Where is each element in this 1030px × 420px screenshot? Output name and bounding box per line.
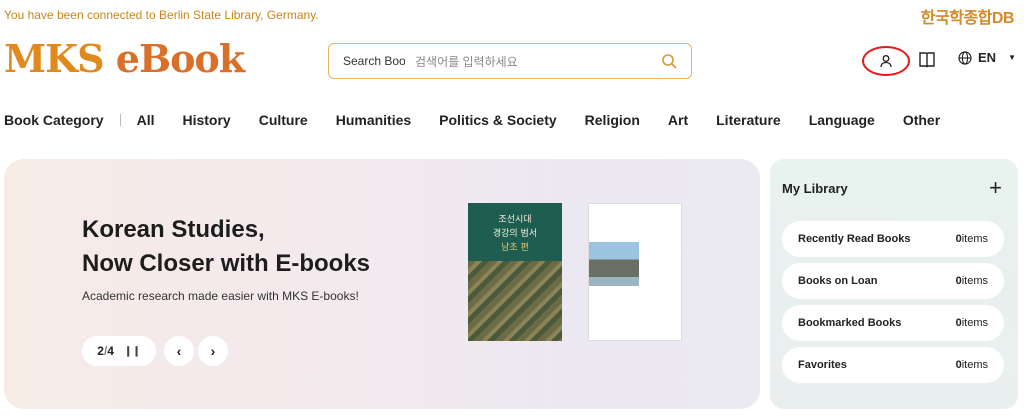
chevron-right-icon: ›: [210, 343, 216, 359]
library-row-recently-read[interactable]: Recently Read Books 0items: [782, 221, 1004, 257]
hero-title-line1: Korean Studies,: [82, 216, 265, 243]
library-row-favorites[interactable]: Favorites 0items: [782, 347, 1004, 383]
nav-item-history[interactable]: History: [182, 112, 230, 128]
book1-cover-artwork: [468, 261, 562, 341]
featured-book-cover-2[interactable]: [588, 203, 682, 341]
next-slide-button[interactable]: ›: [198, 336, 228, 366]
library-row-on-loan[interactable]: Books on Loan 0items: [782, 263, 1004, 299]
search-input[interactable]: 검색어를 입력하세요: [415, 53, 661, 70]
my-library-panel: My Library + Recently Read Books 0items …: [770, 159, 1018, 409]
book1-title-line1: 조선시대: [498, 215, 532, 225]
slide-total: 4: [107, 344, 114, 358]
library-row-label: Recently Read Books: [798, 233, 911, 245]
library-row-label: Bookmarked Books: [798, 317, 902, 329]
globe-icon: [958, 50, 972, 65]
book1-title-line2: 경강의 범서: [492, 229, 538, 239]
slide-pager[interactable]: 2/4 ❙❙: [82, 336, 156, 366]
pause-icon[interactable]: ❙❙: [124, 346, 141, 357]
connection-notice: You have been connected to Berlin State …: [4, 8, 319, 22]
language-selector[interactable]: EN ▼: [958, 50, 1016, 65]
nav-divider: [119, 114, 121, 126]
nav-item-literature[interactable]: Literature: [716, 112, 781, 128]
language-label: EN: [978, 50, 997, 65]
prev-slide-button[interactable]: ‹: [164, 336, 194, 366]
hero-title-line2: Now Closer with E-books: [82, 250, 371, 277]
book1-title-line3: 남초 편: [501, 243, 529, 253]
library-row-count: 0items: [956, 233, 988, 245]
featured-book-cover-1[interactable]: 조선시대 경강의 범서 남초 편: [468, 203, 562, 341]
nav-item-other[interactable]: Other: [903, 112, 940, 128]
nav-item-politics-society[interactable]: Politics & Society: [439, 112, 556, 128]
hero-banner: Korean Studies, Now Closer with E-books …: [4, 159, 760, 409]
library-row-count: 0items: [956, 359, 988, 371]
library-row-count: 0items: [956, 317, 988, 329]
nav-item-humanities[interactable]: Humanities: [336, 112, 411, 128]
count-unit: items: [961, 233, 988, 245]
hero-title: Korean Studies, Now Closer with E-books: [82, 213, 370, 281]
nav-item-culture[interactable]: Culture: [259, 112, 308, 128]
search-type-select[interactable]: Search Book: [343, 54, 405, 68]
count-unit: items: [961, 359, 988, 371]
nav-item-art[interactable]: Art: [668, 112, 688, 128]
category-nav: Book Category All History Culture Humani…: [4, 112, 968, 128]
count-unit: items: [961, 275, 988, 287]
nav-item-all[interactable]: All: [137, 112, 155, 128]
user-icon: [880, 55, 892, 68]
nav-item-language[interactable]: Language: [809, 112, 875, 128]
user-account-button[interactable]: [862, 46, 910, 76]
add-icon[interactable]: +: [989, 175, 1002, 201]
library-row-label: Books on Loan: [798, 275, 878, 287]
book-icon[interactable]: [918, 50, 936, 70]
chevron-down-icon: ▼: [1008, 53, 1016, 62]
slide-counter: 2/4: [97, 344, 114, 358]
hero-subtitle: Academic research made easier with MKS E…: [82, 289, 359, 303]
library-row-bookmarked[interactable]: Bookmarked Books 0items: [782, 305, 1004, 341]
my-library-title: My Library: [782, 181, 848, 196]
chevron-left-icon: ‹: [176, 343, 182, 359]
library-row-count: 0items: [956, 275, 988, 287]
book2-cover-photo: [589, 242, 639, 286]
site-logo[interactable]: MKS eBook: [4, 36, 245, 81]
nav-item-religion[interactable]: Religion: [585, 112, 640, 128]
slide-current: 2: [97, 344, 104, 358]
partner-logo[interactable]: 한국학종합DB: [921, 4, 1015, 28]
search-icon[interactable]: [661, 53, 677, 69]
count-unit: items: [961, 317, 988, 329]
library-row-label: Favorites: [798, 359, 847, 371]
search-bar[interactable]: Search Book 검색어를 입력하세요: [328, 43, 692, 79]
logo-part2: eBook: [115, 36, 245, 81]
logo-part1: MKS: [4, 36, 105, 81]
book1-title: 조선시대 경강의 범서 남초 편: [468, 213, 562, 255]
category-nav-label: Book Category: [4, 112, 104, 128]
